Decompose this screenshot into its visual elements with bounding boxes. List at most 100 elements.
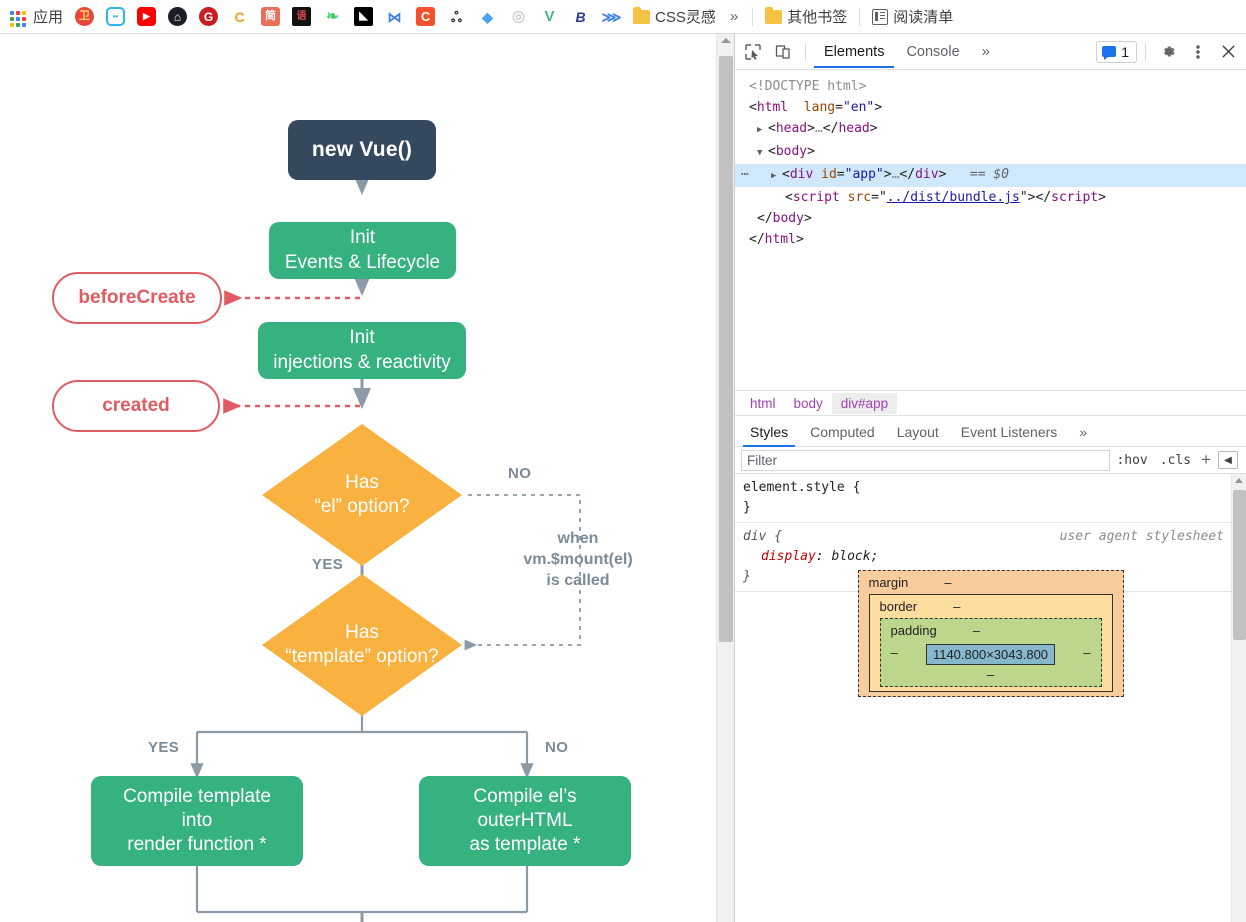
black-shape-icon: ◣ bbox=[354, 7, 374, 26]
reading-list-button[interactable]: 阅读清单 bbox=[866, 4, 959, 29]
styles-tabbar: Styles Computed Layout Event Listeners » bbox=[735, 416, 1246, 447]
script-src-link[interactable]: ../dist/bundle.js bbox=[887, 190, 1020, 205]
bookmark-juejin[interactable]: C bbox=[224, 5, 255, 28]
gitee-icon: G bbox=[199, 7, 219, 26]
prop-display-name: display bbox=[761, 549, 816, 564]
bookmark-c[interactable]: C bbox=[410, 5, 441, 28]
padding-bottom-value[interactable]: – bbox=[891, 667, 1091, 682]
bookmark-black-shape[interactable]: ◣ bbox=[348, 5, 379, 28]
bookmark-gitee[interactable]: G bbox=[193, 5, 224, 28]
bookmark-gray-circle[interactable]: ◎ bbox=[503, 5, 534, 28]
label-no-2: NO bbox=[545, 739, 569, 756]
more-panels-button[interactable]: » bbox=[972, 43, 1000, 60]
github-icon: ⌂ bbox=[168, 7, 188, 26]
styles-scrollbar-thumb[interactable] bbox=[1233, 490, 1246, 640]
other-bookmarks-label: 其他书签 bbox=[787, 9, 848, 26]
box-model-border[interactable]: border – padding – – 1140.800×3043.800 –… bbox=[868, 594, 1113, 692]
blue-diamond-icon: ◆ bbox=[478, 7, 498, 26]
hov-toggle-button[interactable]: :hov bbox=[1110, 453, 1153, 468]
dom-line-script[interactable]: <script src="../dist/bundle.js"></script… bbox=[735, 187, 1246, 208]
tab-layout[interactable]: Layout bbox=[886, 419, 950, 446]
dom-line-html[interactable]: <html lang="en"> bbox=[735, 97, 1246, 118]
node-new-vue-label: new Vue() bbox=[311, 138, 413, 161]
breadcrumb-div-app[interactable]: div#app bbox=[831, 392, 898, 414]
rule-element-style-selector: element.style { bbox=[743, 480, 861, 495]
message-count-badge[interactable]: 1 bbox=[1096, 40, 1137, 63]
border-top-value[interactable]: – bbox=[953, 599, 960, 614]
node-compile-outerhtml: Compile el’s outerHTML as template * bbox=[419, 776, 631, 866]
padding-left-value[interactable]: – bbox=[891, 645, 898, 660]
device-toolbar-icon[interactable] bbox=[769, 39, 797, 65]
bookmark-github[interactable]: ⌂ bbox=[162, 5, 193, 28]
bookmark-folder-css[interactable]: CSS灵感 bbox=[627, 4, 722, 29]
bookmark-dark-square[interactable]: 语 bbox=[286, 5, 317, 28]
box-model-margin[interactable]: margin – border – padding – – 1140.800×3… bbox=[857, 570, 1124, 697]
styles-more-tabs-button[interactable]: » bbox=[1068, 419, 1098, 446]
bookmark-leaf[interactable]: ❧ bbox=[317, 5, 348, 28]
page-vertical-scrollbar[interactable] bbox=[716, 34, 734, 922]
node-init-events-label: Init Events & Lifecycle bbox=[284, 227, 441, 273]
bookmark-bootstrap[interactable]: B bbox=[565, 5, 596, 28]
bookmark-jianshu[interactable]: 简 bbox=[255, 5, 286, 28]
tab-console[interactable]: Console bbox=[896, 36, 969, 67]
margin-label-row: margin – bbox=[869, 575, 1113, 590]
styles-scroll-up-icon[interactable] bbox=[1235, 478, 1243, 483]
other-bookmarks-button[interactable]: 其他书签 bbox=[759, 4, 853, 29]
collapse-body-icon[interactable]: ▼ bbox=[757, 143, 768, 164]
bookmark-youtube[interactable]: ▶ bbox=[131, 5, 162, 28]
tab-styles[interactable]: Styles bbox=[739, 419, 799, 447]
computed-sidebar-toggle[interactable]: ◀ bbox=[1218, 451, 1238, 469]
padding-right-value[interactable]: – bbox=[1083, 645, 1090, 660]
bookmark-overflow-button[interactable]: » bbox=[722, 8, 746, 25]
message-bubble-icon bbox=[1102, 46, 1117, 60]
rule-element-style[interactable]: element.style { } bbox=[735, 474, 1246, 523]
tab-elements[interactable]: Elements bbox=[814, 36, 895, 68]
scroll-up-arrow-icon[interactable] bbox=[721, 38, 731, 43]
padding-top-value[interactable]: – bbox=[973, 623, 980, 638]
node-has-el-option: Has “el” option? bbox=[262, 424, 462, 566]
bookmark-nx[interactable]: ⋈ bbox=[379, 5, 410, 28]
margin-top-value[interactable]: – bbox=[944, 575, 951, 590]
reading-list-icon bbox=[872, 8, 889, 25]
breadcrumb-html[interactable]: html bbox=[741, 393, 785, 414]
box-model-padding[interactable]: padding – – 1140.800×3043.800 – – bbox=[879, 618, 1102, 687]
box-model-content-size[interactable]: 1140.800×3043.800 bbox=[925, 644, 1056, 665]
breadcrumb-body[interactable]: body bbox=[785, 393, 832, 414]
dom-line-body-close[interactable]: </body> bbox=[735, 208, 1246, 229]
dom-line-div-app[interactable]: ⋯ ▶ <div id="app">…</div> == $0 bbox=[735, 164, 1246, 187]
new-style-rule-button[interactable]: + bbox=[1197, 450, 1215, 470]
apps-button[interactable]: 应用 bbox=[4, 4, 69, 29]
label-yes-1: YES bbox=[312, 556, 344, 573]
styles-scrollbar[interactable] bbox=[1231, 474, 1246, 922]
node-menu-icon[interactable]: ⋯ bbox=[741, 164, 750, 185]
rule-div-source: user agent stylesheet bbox=[1059, 529, 1224, 544]
bookmark-bilibili[interactable]: •• bbox=[100, 5, 131, 28]
rule-div-declaration[interactable]: display: block; bbox=[743, 547, 1238, 567]
styles-filter-input[interactable]: Filter bbox=[741, 449, 1111, 471]
bookmark-gov[interactable]: 卫 bbox=[69, 5, 100, 28]
expand-div-app-icon[interactable]: ▶ bbox=[771, 166, 782, 187]
bookmark-vue[interactable]: V bbox=[534, 5, 565, 28]
dom-line-body[interactable]: ▼ <body> bbox=[735, 141, 1246, 164]
nx-icon: ⋈ bbox=[385, 7, 405, 26]
bookmark-bar: 应用 卫 •• ▶ ⌂ G C 简 语 ❧ ◣ ⋈ C ஃ ◆ ◎ V B ⋙ … bbox=[0, 0, 1246, 34]
bookmark-blue-diamond[interactable]: ◆ bbox=[472, 5, 503, 28]
inspect-element-icon[interactable] bbox=[739, 39, 767, 65]
devtools-toolbar: Elements Console » 1 bbox=[735, 34, 1246, 70]
dom-tree[interactable]: <!DOCTYPE html> <html lang="en"> ▶ <head>… bbox=[735, 70, 1246, 390]
dom-line-doctype[interactable]: <!DOCTYPE html> bbox=[735, 76, 1246, 97]
bookmark-chevrons[interactable]: ⋙ bbox=[596, 5, 627, 28]
tab-event-listeners[interactable]: Event Listeners bbox=[950, 419, 1069, 446]
bookmark-sketch[interactable]: ஃ bbox=[441, 5, 472, 28]
expand-head-icon[interactable]: ▶ bbox=[757, 120, 768, 141]
dom-line-html-close[interactable]: </html> bbox=[735, 229, 1246, 250]
cls-toggle-button[interactable]: .cls bbox=[1154, 453, 1197, 468]
node-init-injections-reactivity: Init injections & reactivity bbox=[258, 322, 466, 379]
border-label: border bbox=[879, 599, 918, 614]
tab-computed[interactable]: Computed bbox=[799, 419, 886, 446]
scrollbar-thumb[interactable] bbox=[719, 56, 733, 642]
more-options-icon[interactable] bbox=[1184, 39, 1212, 65]
gear-icon[interactable] bbox=[1154, 39, 1182, 65]
dom-line-head[interactable]: ▶ <head>…</head> bbox=[735, 118, 1246, 141]
close-icon[interactable] bbox=[1214, 39, 1242, 65]
